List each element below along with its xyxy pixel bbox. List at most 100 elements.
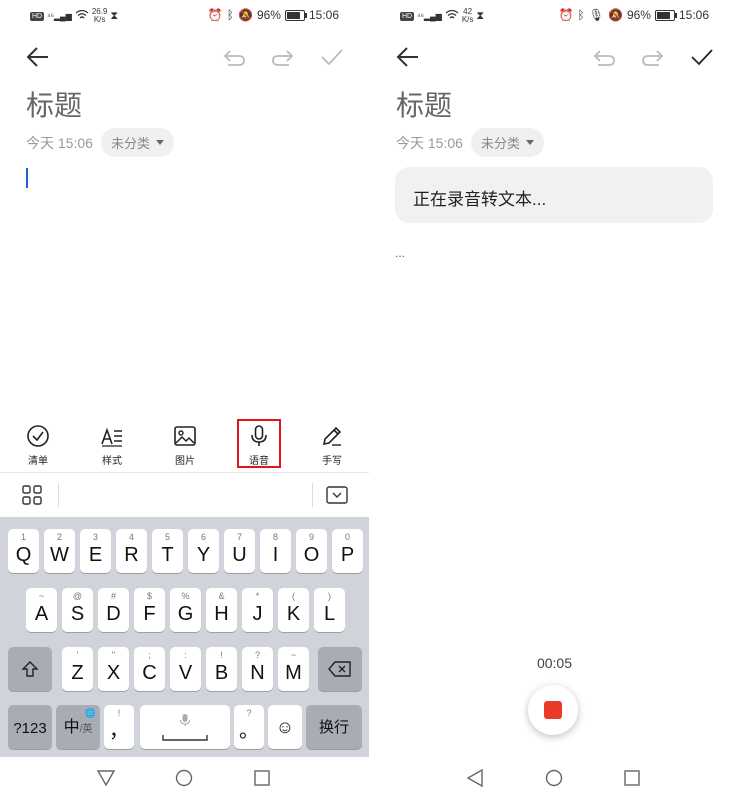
recents-square-icon[interactable] xyxy=(254,770,270,786)
emoji-key[interactable]: ☺ xyxy=(268,705,302,749)
key-f[interactable]: $ F xyxy=(134,588,165,632)
key-m[interactable]: ~ M xyxy=(278,647,309,691)
voice-highlight-box xyxy=(237,419,281,468)
back-arrow-icon[interactable] xyxy=(396,46,420,73)
check-icon[interactable] xyxy=(320,48,344,71)
key-letter: W xyxy=(50,544,69,566)
stop-recording-button[interactable] xyxy=(528,685,578,735)
key-r[interactable]: 4R xyxy=(116,529,147,573)
key-k[interactable]: (K xyxy=(278,588,309,632)
key-letter: J xyxy=(252,603,263,625)
key-secondary-char: ) xyxy=(328,591,331,601)
key-secondary-char: ? xyxy=(254,650,260,660)
tool-image[interactable]: 图片 xyxy=(161,424,209,467)
check-icon[interactable] xyxy=(690,48,714,71)
key-q[interactable]: 1Q xyxy=(8,529,39,573)
undo-icon[interactable] xyxy=(592,48,616,71)
key-secondary-char: ( xyxy=(292,591,295,601)
tool-checklist[interactable]: 清单 xyxy=(14,424,62,467)
back-arrow-icon[interactable] xyxy=(26,46,50,73)
key-j[interactable]: * J xyxy=(242,588,273,632)
key-v[interactable]: :V xyxy=(170,647,201,691)
recents-square-icon[interactable] xyxy=(624,770,640,786)
key-letter: I xyxy=(272,544,279,566)
key-o[interactable]: 9O xyxy=(296,529,327,573)
key-z[interactable]: ' Z xyxy=(62,647,93,691)
navigation-bar xyxy=(0,757,369,800)
key-d[interactable]: # D xyxy=(98,588,129,632)
backspace-key[interactable] xyxy=(318,647,362,691)
redo-icon[interactable] xyxy=(641,48,665,71)
key-letter: L xyxy=(323,603,336,625)
key-secondary-char: 4 xyxy=(128,532,134,542)
key-i[interactable]: 8I xyxy=(260,529,291,573)
keyboard-header xyxy=(0,473,369,517)
collapse-keyboard-icon[interactable] xyxy=(326,486,348,509)
category-label: 未分类 xyxy=(480,136,520,151)
redo-icon[interactable] xyxy=(271,48,295,71)
tool-label: 手写 xyxy=(322,456,342,467)
key-p[interactable]: 0P xyxy=(332,529,363,573)
key-letter: F xyxy=(143,603,156,625)
tool-style[interactable]: 样式 xyxy=(88,424,136,467)
numbers-key[interactable]: ?123 xyxy=(8,705,52,749)
key-letter: Q xyxy=(15,544,32,566)
key-h[interactable]: & H xyxy=(206,588,237,632)
status-bar: HD ⁴⁶▂▄▆ 26.9 K/s ⧗ ⏰ ᛒ 🔕 96% 15:06 xyxy=(0,0,369,32)
tool-label: 图片 xyxy=(175,456,195,467)
period-key[interactable]: ? 。 xyxy=(234,705,264,749)
space-key[interactable] xyxy=(140,705,230,749)
key-letter: D xyxy=(106,603,121,625)
alarm-icon: ⏰ xyxy=(558,8,574,22)
key-e[interactable]: 3E xyxy=(80,529,111,573)
clock: 15:06 xyxy=(678,8,709,22)
net-speed-unit: K/s xyxy=(461,15,474,24)
key-letter: N xyxy=(250,662,265,684)
key-y[interactable]: 6Y xyxy=(188,529,219,573)
key-c[interactable]: ; C xyxy=(134,647,165,691)
key-letter: H xyxy=(214,603,229,625)
battery-percent: 96% xyxy=(626,8,651,22)
microphone-icon xyxy=(180,714,190,726)
note-title[interactable]: 标题 xyxy=(396,84,452,124)
key-u[interactable]: 7U xyxy=(224,529,255,573)
key-secondary-char: 5 xyxy=(164,532,170,542)
key-t[interactable]: 5T xyxy=(152,529,183,573)
home-circle-icon[interactable] xyxy=(175,769,193,787)
home-circle-icon[interactable] xyxy=(545,769,563,787)
transcribing-bubble: 正在录音转文本... xyxy=(395,167,713,223)
category-dropdown[interactable]: 未分类 xyxy=(100,128,174,157)
back-triangle-icon[interactable] xyxy=(97,770,115,786)
undo-icon[interactable] xyxy=(222,48,246,71)
key-letter: A xyxy=(34,603,49,625)
key-w[interactable]: 2W xyxy=(44,529,75,573)
space-bar-icon xyxy=(162,735,208,741)
category-dropdown[interactable]: 未分类 xyxy=(470,128,544,157)
key-l[interactable]: ) L xyxy=(314,588,345,632)
comma-key[interactable]: ! ， xyxy=(104,705,134,749)
dropdown-triangle-icon xyxy=(155,140,164,145)
left-screen: HD ⁴⁶▂▄▆ 26.9 K/s ⧗ ⏰ ᛒ 🔕 96% 15:06 标题 今… xyxy=(0,0,369,800)
shift-key[interactable] xyxy=(8,647,52,691)
bluetooth-icon: ᛒ xyxy=(577,8,585,22)
wifi-icon xyxy=(445,9,459,22)
hourglass-icon: ⧗ xyxy=(110,9,119,22)
enter-key[interactable]: 换行 xyxy=(306,705,362,749)
key-b[interactable]: ! B xyxy=(206,647,237,691)
key-a[interactable]: ~ A xyxy=(26,588,57,632)
language-switch-key[interactable]: 🌐 中/英 xyxy=(56,705,100,749)
key-secondary-char: 2 xyxy=(56,532,62,542)
key-s[interactable]: @ S xyxy=(62,588,93,632)
mute-icon: 🔕 xyxy=(237,8,253,22)
key-letter: P xyxy=(340,544,355,566)
tool-label: 清单 xyxy=(28,456,48,467)
note-title[interactable]: 标题 xyxy=(26,84,82,124)
status-bar: HD ⁴⁶▂▄▆ 42 K/s ⧗ ⏰ ᛒ 🎙 🔕 96% 15:06 xyxy=(370,0,739,32)
grid-menu-icon[interactable] xyxy=(22,485,42,510)
tool-handwriting[interactable]: 手写 xyxy=(308,424,356,467)
key-n[interactable]: ? N xyxy=(242,647,273,691)
key-g[interactable]: % G xyxy=(170,588,201,632)
key-x[interactable]: " X xyxy=(98,647,129,691)
key-secondary-char: ' xyxy=(76,650,79,660)
back-triangle-icon[interactable] xyxy=(467,769,483,787)
